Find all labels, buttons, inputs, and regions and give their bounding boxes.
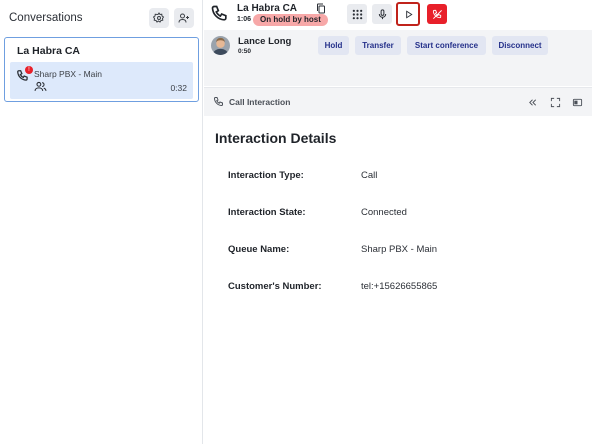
conversation-card[interactable]: La Habra CA ! Sharp PBX - Main 0:32 <box>4 37 199 102</box>
dialpad-button[interactable] <box>347 4 367 24</box>
sidebar-header: Conversations <box>0 0 202 36</box>
phone-icon <box>211 5 227 21</box>
play-icon <box>405 9 413 19</box>
conversation-queue: Sharp PBX - Main <box>34 69 103 79</box>
hold-button[interactable]: Hold <box>318 36 349 55</box>
participant-duration: 0:50 <box>238 48 252 55</box>
details-heading: Interaction Details <box>215 130 337 146</box>
detail-label: Interaction State: <box>228 207 306 218</box>
microphone-icon <box>378 8 386 19</box>
detail-value: Connected <box>361 207 407 218</box>
people-icon <box>34 81 47 91</box>
call-bar: La Habra CA 1:06 On hold by host <box>204 0 592 29</box>
detail-value: tel:+15626655865 <box>361 281 438 292</box>
detail-value: Sharp PBX - Main <box>361 244 438 255</box>
avatar <box>211 36 230 55</box>
call-name: La Habra CA <box>237 3 298 14</box>
detail-value: Call <box>361 170 378 181</box>
detail-label: Queue Name: <box>228 244 290 255</box>
avatar-image <box>211 36 230 55</box>
interaction-details: Interaction Details Interaction Type: Ca… <box>204 116 592 444</box>
end-call-button[interactable] <box>427 4 447 24</box>
panel-icon[interactable] <box>572 97 583 108</box>
start-conference-button[interactable]: Start conference <box>407 36 486 55</box>
dialpad-icon <box>352 9 362 19</box>
conversations-sidebar: Conversations La Habra CA ! Sharp PBX - … <box>0 0 203 444</box>
participant-name: Lance Long <box>238 36 292 47</box>
hold-status-badge: On hold by host <box>253 14 328 26</box>
call-elapsed: 1:06 <box>237 16 252 23</box>
resume-call-button[interactable] <box>396 2 420 26</box>
conversation-name: La Habra CA <box>17 45 81 57</box>
settings-button[interactable] <box>149 8 169 28</box>
detail-label: Interaction Type: <box>228 170 304 181</box>
phone-icon <box>213 97 223 107</box>
sidebar-title: Conversations <box>9 12 83 24</box>
disconnect-button[interactable]: Disconnect <box>492 36 548 55</box>
alert-badge: ! <box>25 66 33 74</box>
interaction-panel-header: Call Interaction <box>204 87 592 116</box>
expand-icon[interactable] <box>550 97 561 108</box>
conversation-call-item[interactable]: ! Sharp PBX - Main 0:32 <box>10 62 193 99</box>
interaction-panel-title: Call Interaction <box>229 97 291 107</box>
settings-icon <box>153 12 165 23</box>
mute-button[interactable] <box>372 4 392 24</box>
add-user-icon <box>178 13 189 23</box>
transfer-button[interactable]: Transfer <box>355 36 401 55</box>
detail-label: Customer's Number: <box>228 281 322 292</box>
collapse-icon[interactable] <box>527 97 538 108</box>
copy-icon[interactable] <box>316 3 326 14</box>
add-user-button[interactable] <box>174 8 194 28</box>
participant-row: Lance Long 0:50 Hold Transfer Start conf… <box>204 30 592 86</box>
end-call-icon <box>432 9 442 19</box>
conversation-duration: 0:32 <box>170 83 187 93</box>
